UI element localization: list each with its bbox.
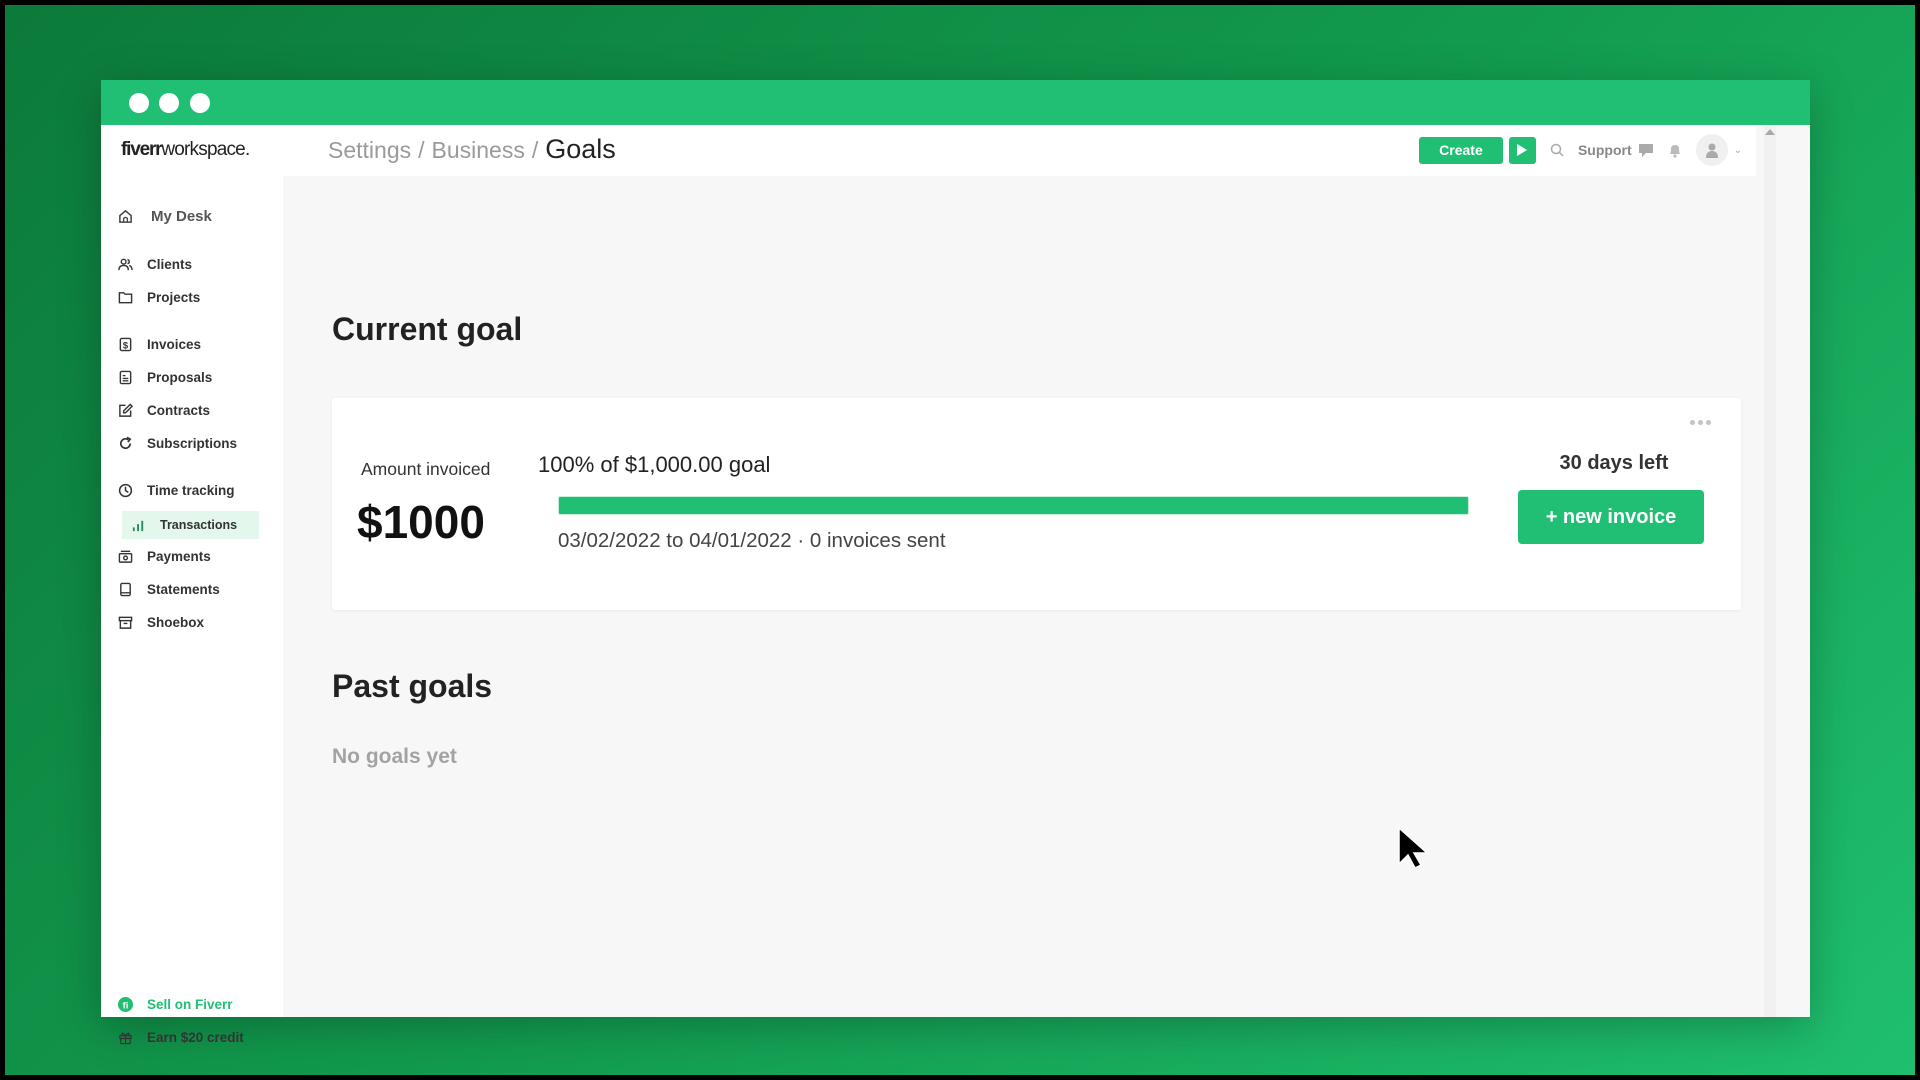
logo-brand: fiverr bbox=[121, 139, 163, 160]
avatar[interactable] bbox=[1695, 134, 1728, 166]
breadcrumb: Settings / Business / Goals bbox=[328, 134, 616, 165]
scrollbar-track[interactable] bbox=[1764, 125, 1776, 1017]
main-content: Current goal Amount invoiced $1000 100% … bbox=[283, 176, 1756, 1017]
sidebar-item-label: Time tracking bbox=[147, 482, 235, 498]
top-header: fiverrworkspace. Settings / Business / G… bbox=[101, 125, 1756, 176]
chat-bubble-icon bbox=[1638, 143, 1653, 157]
sidebar-item-payments[interactable]: Payments bbox=[117, 542, 267, 570]
goal-progress-fill bbox=[559, 497, 1468, 514]
sidebar-item-invoices[interactable]: $ Invoices bbox=[117, 330, 267, 358]
fiverr-workspace-logo[interactable]: fiverrworkspace. bbox=[121, 139, 250, 161]
sidebar-item-label: Contracts bbox=[147, 402, 211, 418]
sidebar-item-my-desk[interactable]: My Desk bbox=[117, 202, 267, 230]
sidebar-item-label: My Desk bbox=[151, 207, 212, 225]
goal-percent: 100% bbox=[538, 452, 595, 477]
document-icon bbox=[117, 369, 133, 385]
goal-target: of $1,000.00 goal bbox=[600, 452, 771, 477]
sidebar-item-label: Clients bbox=[147, 256, 193, 272]
sidebar-item-label: Sell on Fiverr bbox=[147, 996, 233, 1012]
goal-date-range: 03/02/2022 to 04/01/2022 · 0 invoices se… bbox=[558, 529, 946, 552]
amount-invoiced-label: Amount invoiced bbox=[361, 459, 491, 479]
svg-text:fi: fi bbox=[122, 1000, 128, 1010]
support-button[interactable]: Support bbox=[1578, 142, 1654, 158]
browser-window: fiverrworkspace. Settings / Business / G… bbox=[101, 80, 1810, 1045]
search-icon bbox=[1550, 143, 1564, 157]
clock-icon bbox=[117, 482, 133, 498]
more-options-button[interactable] bbox=[1690, 420, 1711, 425]
window-titlebar bbox=[101, 80, 1810, 125]
window-maximize-button[interactable] bbox=[190, 93, 210, 113]
sidebar-item-statements[interactable]: Statements bbox=[117, 575, 267, 603]
archive-box-icon bbox=[117, 614, 133, 630]
window-close-button[interactable] bbox=[129, 93, 149, 113]
sidebar-item-label: Proposals bbox=[147, 369, 213, 385]
user-icon bbox=[1705, 143, 1718, 158]
home-icon bbox=[117, 208, 133, 224]
fiverr-logo-icon: fi bbox=[117, 996, 133, 1012]
more-horizontal-icon bbox=[1698, 420, 1703, 425]
cash-icon bbox=[117, 548, 133, 564]
breadcrumb-business[interactable]: Business bbox=[432, 137, 525, 164]
window-edge bbox=[1776, 125, 1810, 1017]
scroll-up-arrow-icon[interactable] bbox=[1765, 129, 1775, 135]
folder-icon bbox=[117, 289, 133, 305]
sidebar-item-transactions[interactable]: Transactions bbox=[122, 511, 259, 539]
sidebar: My Desk Clients Projects $ Invoices Prop… bbox=[101, 176, 283, 1045]
gift-icon bbox=[117, 1029, 133, 1045]
sidebar-earn-credit[interactable]: Earn $20 credit bbox=[117, 1023, 267, 1051]
more-horizontal-icon bbox=[1706, 420, 1711, 425]
app-root: fiverrworkspace. Settings / Business / G… bbox=[101, 125, 1810, 1045]
sidebar-item-label: Earn $20 credit bbox=[147, 1029, 244, 1045]
tablet-icon bbox=[117, 581, 133, 597]
sidebar-item-subscriptions[interactable]: Subscriptions bbox=[117, 429, 267, 457]
goal-progress-bar bbox=[558, 496, 1469, 515]
sidebar-item-shoebox[interactable]: Shoebox bbox=[117, 608, 267, 636]
invoice-dollar-icon: $ bbox=[117, 336, 133, 352]
page-scrollbar[interactable] bbox=[1756, 125, 1810, 1017]
play-button[interactable] bbox=[1508, 136, 1536, 164]
sidebar-item-label: Statements bbox=[147, 581, 220, 597]
past-goals-empty-state: No goals yet bbox=[332, 745, 457, 768]
play-icon bbox=[1517, 144, 1528, 156]
bell-icon bbox=[1669, 144, 1680, 158]
new-invoice-button[interactable]: + new invoice bbox=[1518, 490, 1704, 544]
current-goal-heading: Current goal bbox=[332, 311, 523, 347]
breadcrumb-separator: / bbox=[531, 137, 539, 163]
header-actions: Create Support ⌄ bbox=[1418, 134, 1756, 166]
sidebar-item-clients[interactable]: Clients bbox=[117, 250, 267, 278]
sidebar-item-label: Shoebox bbox=[147, 614, 205, 630]
breadcrumb-goals: Goals bbox=[545, 134, 616, 164]
search-button[interactable] bbox=[1550, 143, 1564, 157]
amount-invoiced-value: $1000 bbox=[357, 496, 485, 548]
goal-progress-text: 100% of $1,000.00 goal bbox=[538, 452, 770, 478]
breadcrumb-separator: / bbox=[418, 137, 425, 163]
bar-chart-icon bbox=[130, 517, 146, 533]
logo-product: workspace. bbox=[161, 139, 250, 160]
sidebar-sell-on-fiverr[interactable]: fi Sell on Fiverr bbox=[117, 990, 267, 1018]
sidebar-item-label: Payments bbox=[147, 548, 211, 564]
past-goals-heading: Past goals bbox=[332, 668, 493, 704]
sidebar-item-proposals[interactable]: Proposals bbox=[117, 363, 267, 391]
sidebar-item-projects[interactable]: Projects bbox=[117, 283, 267, 311]
support-label: Support bbox=[1577, 142, 1632, 158]
create-button[interactable]: Create bbox=[1418, 136, 1503, 164]
more-horizontal-icon bbox=[1690, 420, 1695, 425]
notifications-button[interactable] bbox=[1668, 143, 1682, 158]
chevron-down-icon[interactable]: ⌄ bbox=[1734, 145, 1742, 156]
sidebar-item-label: Projects bbox=[147, 289, 201, 305]
mouse-cursor-icon bbox=[1398, 826, 1429, 869]
window-minimize-button[interactable] bbox=[159, 93, 179, 113]
sidebar-item-label: Subscriptions bbox=[147, 435, 238, 451]
sidebar-item-label: Transactions bbox=[160, 518, 238, 532]
sidebar-item-contracts[interactable]: Contracts bbox=[117, 396, 267, 424]
breadcrumb-settings[interactable]: Settings bbox=[328, 137, 411, 164]
users-icon bbox=[117, 256, 133, 272]
sidebar-item-label: Invoices bbox=[147, 336, 202, 352]
days-left: 30 days left bbox=[1559, 452, 1669, 474]
svg-text:$: $ bbox=[122, 340, 128, 350]
current-goal-card: Amount invoiced $1000 100% of $1,000.00 … bbox=[332, 398, 1741, 610]
sidebar-item-time-tracking[interactable]: Time tracking bbox=[117, 476, 267, 504]
edit-icon bbox=[117, 402, 133, 418]
refresh-icon bbox=[117, 435, 133, 451]
